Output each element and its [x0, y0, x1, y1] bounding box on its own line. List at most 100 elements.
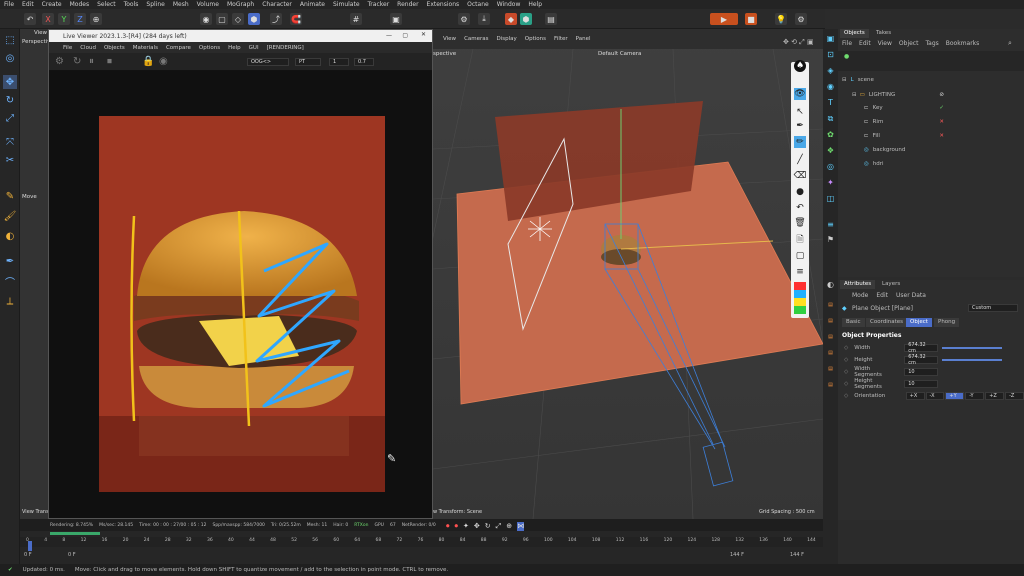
menu-item[interactable]: Create	[42, 1, 62, 8]
menu-item[interactable]: Volume	[197, 1, 219, 8]
custom-select[interactable]: Custom	[968, 304, 1018, 312]
tag-preset-1-icon[interactable]: ▤	[825, 299, 836, 310]
lv-menu-item[interactable]: Objects	[104, 45, 125, 51]
expand-icon[interactable]: ⊟	[852, 92, 857, 98]
world-space-icon[interactable]: ⊕	[90, 13, 102, 25]
menu-item[interactable]: Edit	[22, 1, 34, 8]
field-icon[interactable]: ❖	[825, 145, 836, 156]
layers-icon[interactable]: ◐	[825, 279, 836, 290]
viewport-menu-item[interactable]: Panel	[576, 36, 591, 42]
axis-icon[interactable]: ⤴	[270, 13, 282, 25]
dot-icon[interactable]: ●	[794, 186, 806, 198]
om-menu-file[interactable]: File	[842, 40, 852, 49]
width-field[interactable]: 674.32 cm	[904, 342, 939, 354]
layout-icon[interactable]: ▤	[545, 13, 557, 25]
trash-icon[interactable]: 🗑	[794, 217, 806, 229]
cube-icon[interactable]: ◈	[825, 65, 836, 76]
view-menu-label[interactable]: View	[34, 30, 47, 36]
magnet-icon[interactable]: ⌒	[3, 274, 17, 289]
null-icon[interactable]: ⊡	[825, 49, 836, 60]
width-slider[interactable]	[942, 346, 1003, 349]
menu-item[interactable]: Character	[262, 1, 292, 8]
menu-item[interactable]: File	[4, 1, 14, 8]
om-menu-tags[interactable]: Tags	[925, 40, 938, 49]
text-icon[interactable]: T	[825, 97, 836, 108]
orient-nz-button[interactable]: -Z	[1005, 391, 1024, 400]
end-frame[interactable]: 144 F	[730, 552, 744, 558]
pen-icon[interactable]: ✒	[794, 120, 806, 132]
pointer-icon[interactable]: ↖	[794, 106, 806, 118]
key-pos-icon[interactable]: ✥	[474, 522, 480, 531]
tag-preset-2-icon[interactable]: ▤	[825, 315, 836, 326]
tree-row-rim[interactable]: ⊏ Rim ✕	[838, 116, 1024, 127]
viewport-menu-item[interactable]: Display	[497, 36, 517, 42]
tab-objects[interactable]: Objects	[840, 29, 869, 38]
z-axis-icon[interactable]: Z	[74, 13, 86, 25]
restart-icon[interactable]: ↻	[73, 56, 81, 67]
current-frame[interactable]: 0 F	[68, 552, 76, 558]
tree-row-hdri[interactable]: ◎ hdri	[838, 158, 1024, 169]
attributes-icon[interactable]: ≡	[825, 219, 836, 230]
tab-takes[interactable]: Takes	[872, 29, 895, 38]
sphere-icon[interactable]: ◉	[825, 81, 836, 92]
orient-py-button[interactable]: +Y	[945, 391, 965, 400]
undo-icon[interactable]: ↶	[24, 13, 36, 25]
lv-menu-item[interactable]: Help	[228, 45, 241, 51]
hex-icon[interactable]: ⬢	[520, 13, 532, 25]
height-segments-field[interactable]: 10	[904, 379, 939, 388]
transform-icon[interactable]: ⤧	[3, 135, 17, 149]
search-icon[interactable]: ⌕	[1008, 39, 1012, 48]
region-icon[interactable]: ◉	[159, 56, 168, 67]
live-select-icon[interactable]: ◎	[3, 51, 17, 65]
scene-icon[interactable]: ◎	[825, 161, 836, 172]
maximize-icon[interactable]: ▢	[402, 32, 408, 39]
tab-layers[interactable]: Layers	[878, 280, 904, 289]
viewport-nav-icons[interactable]: ✥ ⟲ ⤢ ▣	[783, 38, 814, 47]
filter-icon[interactable]: ●	[844, 53, 849, 60]
attr-menu-userdata[interactable]: User Data	[896, 292, 926, 301]
light-icon[interactable]: 💡	[775, 13, 787, 25]
cloner-icon[interactable]: ⧉	[825, 113, 836, 124]
undo-icon[interactable]: ↶	[794, 202, 806, 214]
tag-preset-4-icon[interactable]: ▤	[825, 347, 836, 358]
marker-icon[interactable]: ✏	[794, 136, 806, 148]
stop-icon[interactable]: ⏹	[107, 56, 112, 67]
tab-phong[interactable]: Phong	[934, 318, 960, 327]
color-palette[interactable]	[794, 282, 806, 314]
key-param-icon[interactable]: ⊕	[506, 522, 512, 531]
visibility-off-icon[interactable]: ⊘	[939, 92, 944, 98]
width-segments-field[interactable]: 10	[904, 367, 939, 376]
end-frame-2[interactable]: 144 F	[790, 552, 804, 558]
om-menu-object[interactable]: Object	[899, 40, 919, 49]
timeline-ruler[interactable]: 0481216202428323640444852566064687276808…	[20, 537, 823, 547]
tag-preset-6-icon[interactable]: ▤	[825, 379, 836, 390]
attr-menu-edit[interactable]: Edit	[876, 292, 888, 301]
record-icon[interactable]: ⏺	[446, 522, 450, 531]
lv-menu-item[interactable]: Options	[199, 45, 220, 51]
key-rot-icon[interactable]: ↻	[485, 522, 491, 531]
expand-icon[interactable]: ⊟	[842, 77, 847, 83]
spline-pen-icon[interactable]: ✒	[3, 254, 17, 268]
knife-icon[interactable]: ✂	[3, 153, 17, 167]
save-icon[interactable]: 🗎	[794, 234, 806, 246]
playhead[interactable]	[28, 541, 32, 551]
notes-icon[interactable]: ≡	[794, 266, 806, 278]
tree-row-background[interactable]: ◎ background	[838, 144, 1024, 155]
viewport-menu-item[interactable]: Options	[525, 36, 546, 42]
om-menu-edit[interactable]: Edit	[859, 40, 871, 49]
menu-item[interactable]: Spline	[146, 1, 164, 8]
objects-icon[interactable]: ▣	[825, 33, 836, 44]
render-view-icon[interactable]: ▶	[710, 13, 738, 25]
lv-menu-item[interactable]: File	[63, 45, 72, 51]
menu-item[interactable]: Tracker	[368, 1, 390, 8]
minimize-icon[interactable]: —	[386, 32, 392, 39]
tag-preset-3-icon[interactable]: ▤	[825, 331, 836, 342]
key-pla-icon[interactable]: ⋈	[517, 522, 525, 531]
viewport-menu-item[interactable]: Filter	[554, 36, 568, 42]
kernel-select[interactable]: OOG<>	[247, 58, 289, 66]
lv-menu-item[interactable]: GUI	[249, 45, 259, 51]
camera-label[interactable]: Default Camera	[598, 51, 641, 57]
x-axis-icon[interactable]: X	[42, 13, 54, 25]
disabled-icon[interactable]: ✕	[939, 133, 944, 139]
lv-menu-item[interactable]: Cloud	[80, 45, 96, 51]
